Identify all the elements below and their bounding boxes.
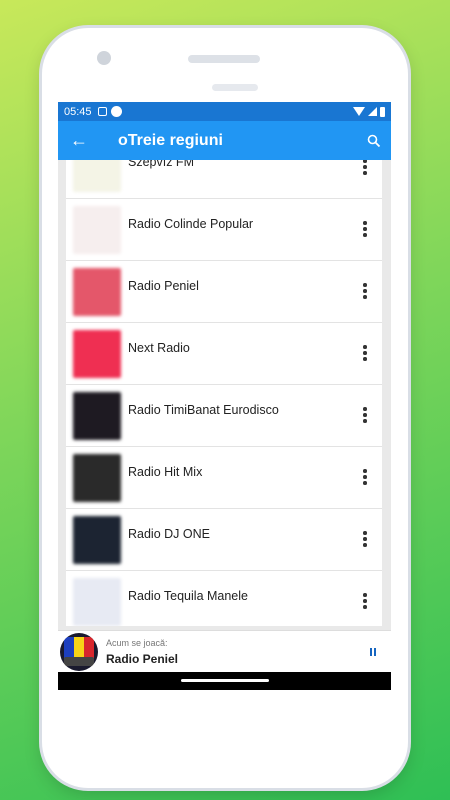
- more-vert-icon[interactable]: [363, 345, 367, 363]
- more-vert-icon[interactable]: [363, 593, 367, 611]
- station-logo: [73, 516, 121, 564]
- more-vert-icon[interactable]: [363, 221, 367, 239]
- station-logo: [73, 268, 121, 316]
- status-time: 05:45: [64, 105, 92, 118]
- station-name: Radio Peniel: [128, 279, 199, 293]
- speaker: [188, 55, 260, 63]
- station-name: Radio Tequila Manele: [128, 589, 248, 603]
- station-item[interactable]: Radio DJ ONE: [66, 509, 382, 571]
- now-playing-label: Acum se joacă:: [106, 638, 168, 648]
- home-gesture-bar[interactable]: [181, 679, 269, 682]
- more-vert-icon[interactable]: [363, 531, 367, 549]
- station-name: Szépvíz FM: [128, 160, 194, 169]
- app-toolbar: ← oTreie regiuni: [58, 121, 391, 160]
- system-nav-bar: [58, 672, 391, 690]
- notification-icon: [97, 107, 107, 116]
- now-playing-bar[interactable]: Acum se joacă: Radio Peniel: [58, 630, 391, 672]
- now-playing-title: Radio Peniel: [106, 652, 179, 666]
- status-bar: 05:45: [58, 102, 391, 121]
- station-logo: [73, 330, 121, 378]
- station-item[interactable]: Radio Hit Mix: [66, 447, 382, 509]
- more-vert-icon[interactable]: [363, 160, 367, 177]
- notification-dot-icon: [110, 106, 122, 117]
- search-icon[interactable]: [367, 134, 381, 148]
- station-logo: [73, 160, 121, 192]
- station-name: Radio DJ ONE: [128, 527, 210, 541]
- battery-icon: [380, 106, 385, 117]
- station-logo: [73, 392, 121, 440]
- station-logo: [73, 206, 121, 254]
- signal-icon: [368, 107, 377, 116]
- arrow-left-icon[interactable]: ←: [70, 130, 118, 151]
- more-vert-icon[interactable]: [363, 469, 367, 487]
- more-vert-icon[interactable]: [363, 407, 367, 425]
- station-name: Radio Colinde Popular: [128, 217, 254, 231]
- station-item[interactable]: Radio Peniel: [66, 261, 382, 323]
- station-logo: [73, 454, 121, 502]
- pause-icon[interactable]: [370, 648, 376, 656]
- station-name: Radio Hit Mix: [128, 465, 203, 479]
- station-name: Radio TimiBanat Eurodisco: [128, 403, 279, 417]
- camera: [97, 51, 111, 65]
- radio-flag-logo: [60, 633, 98, 671]
- station-item[interactable]: Radio Tequila Manele: [66, 571, 382, 626]
- sensor: [212, 84, 258, 91]
- page-title: oTreie regiuni: [118, 131, 223, 149]
- station-item[interactable]: Radio Colinde Popular: [66, 199, 382, 261]
- more-vert-icon[interactable]: [363, 283, 367, 301]
- station-list[interactable]: Szépvíz FM Radio Colinde Popular Radio P…: [66, 160, 382, 626]
- station-item[interactable]: Szépvíz FM: [66, 160, 382, 199]
- station-logo: [73, 578, 121, 626]
- wifi-icon: [353, 107, 365, 116]
- station-item[interactable]: Next Radio: [66, 323, 382, 385]
- station-name: Next Radio: [128, 341, 190, 355]
- app-screen: 05:45 ← oTreie regiuni Szépvíz FM Radio …: [58, 102, 391, 690]
- station-item[interactable]: Radio TimiBanat Eurodisco: [66, 385, 382, 447]
